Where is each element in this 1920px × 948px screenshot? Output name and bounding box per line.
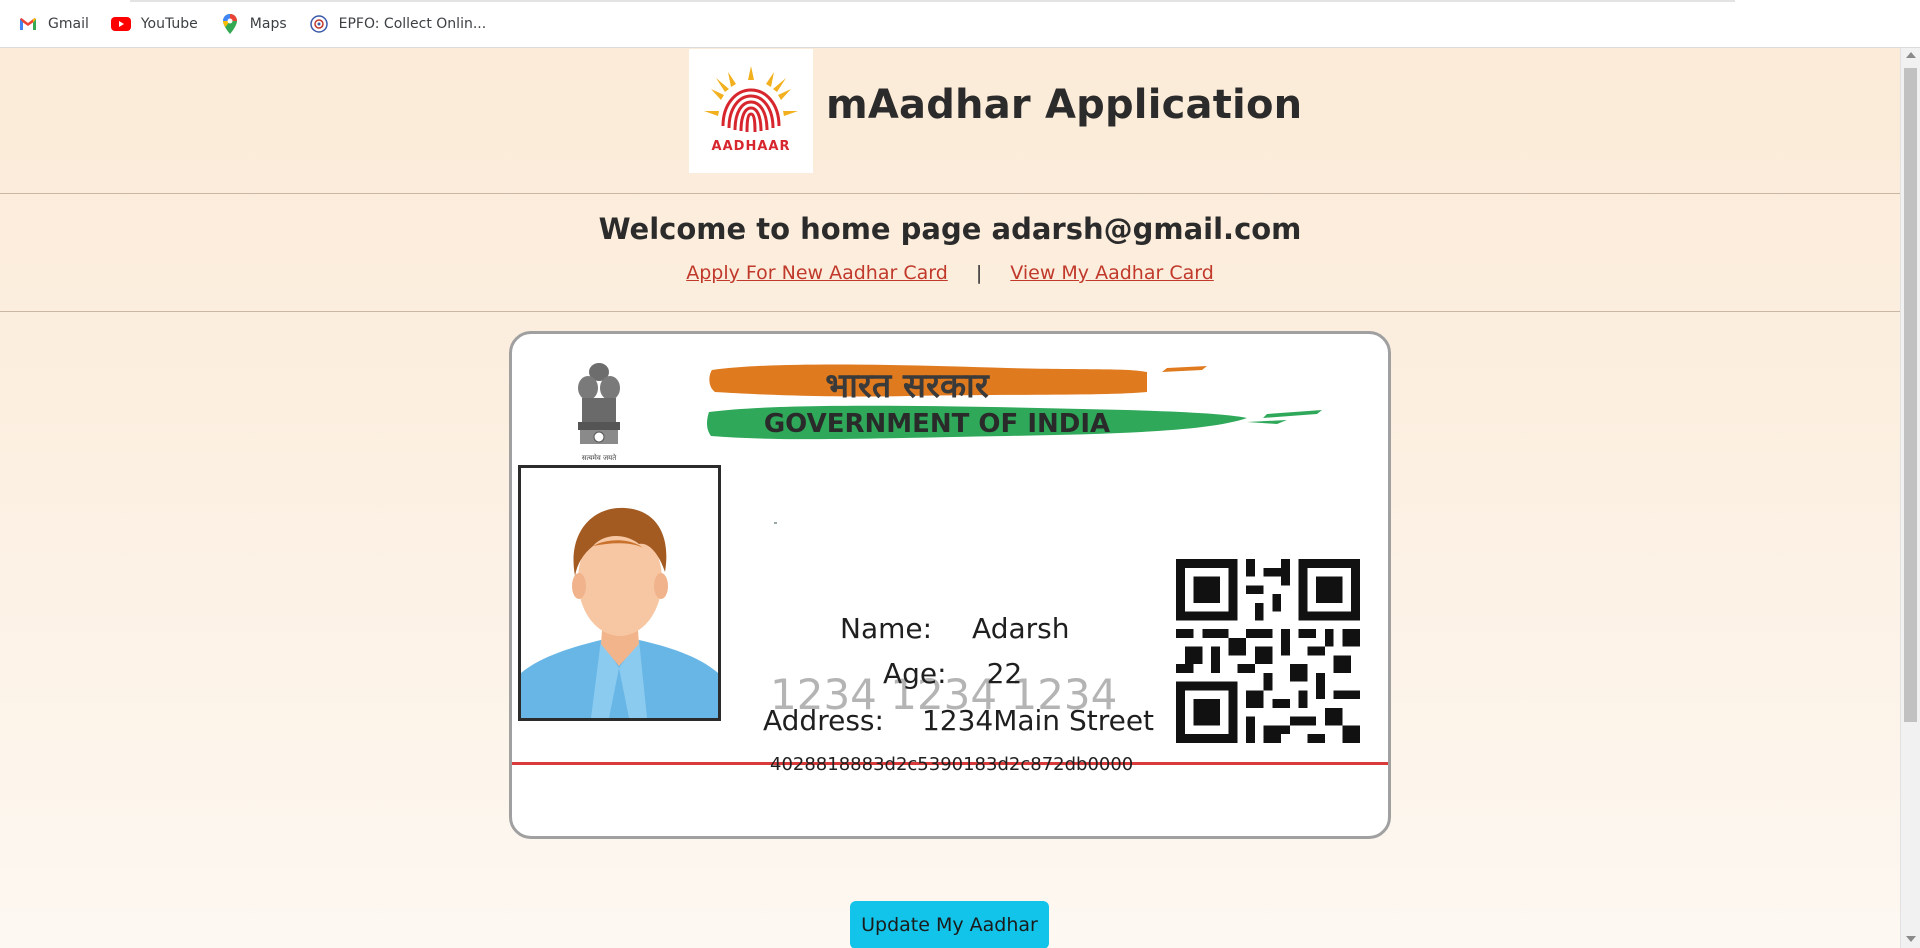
uid-code: 4028818883d2c5390183d2c872db0000 (770, 754, 1134, 775)
update-aadhar-button[interactable]: Update My Aadhar (850, 901, 1049, 948)
emblem-caption: सत्यमेव जयते (582, 453, 617, 462)
toolbar-divider (130, 0, 1735, 2)
national-emblem-icon: सत्यमेव जयते (578, 363, 620, 462)
bookmark-epfo[interactable]: EPFO: Collect Onlin... (309, 8, 497, 40)
age-field: Age: 22 (883, 657, 1022, 690)
scroll-thumb[interactable] (1904, 68, 1917, 722)
bookmark-youtube[interactable]: YouTube (110, 8, 208, 40)
welcome-heading: Welcome to home page adarsh@gmail.com (598, 212, 1302, 246)
link-separator: | (975, 262, 983, 284)
address-field: Address: 1234Main Street (763, 704, 1154, 737)
scroll-down-arrow-icon[interactable] (1906, 936, 1916, 942)
person-avatar-icon (521, 468, 718, 718)
banner-hindi: भारत सरकार (825, 366, 990, 406)
bookmark-label: Maps (249, 15, 287, 32)
bookmark-label: YouTube (140, 15, 198, 32)
epfo-icon (309, 14, 329, 34)
bookmark-gmail[interactable]: Gmail (18, 8, 99, 40)
bookmark-label: EPFO: Collect Onlin... (338, 15, 487, 32)
profile-photo (518, 465, 721, 721)
scroll-up-arrow-icon[interactable] (1906, 52, 1916, 58)
aadhaar-logo[interactable]: AADHAAR (689, 49, 813, 173)
bookmark-maps[interactable]: Maps (220, 8, 297, 40)
youtube-icon (110, 14, 131, 34)
name-field: Name: Adarsh (840, 612, 1070, 645)
address-label: Address: (763, 704, 884, 737)
gmail-icon (18, 14, 38, 34)
view-my-aadhar-link[interactable]: View My Aadhar Card (1010, 262, 1214, 284)
banner-english: GOVERNMENT OF INDIA (764, 409, 1110, 439)
logo-text: AADHAAR (712, 139, 791, 154)
age-label: Age: (883, 657, 947, 690)
page-title: mAadhar Application (826, 82, 1303, 128)
name-label: Name: (840, 612, 933, 645)
address-value: 1234Main Street (921, 704, 1155, 737)
age-value: 22 (986, 657, 1023, 690)
nav-links: Apply For New Aadhar Card | View My Aadh… (0, 262, 1900, 284)
app-header: AADHAAR mAadhar Application (0, 48, 1900, 194)
page-content: AADHAAR mAadhar Application Welcome to h… (0, 48, 1900, 948)
bookmark-label: Gmail (48, 15, 89, 32)
qr-code (1176, 559, 1360, 743)
welcome-section: Welcome to home page adarsh@gmail.com Ap… (0, 194, 1900, 312)
maps-icon (220, 13, 240, 34)
government-banner: भारत सरकार GOVERNMENT OF INDIA (707, 364, 1322, 440)
card-speck (774, 522, 777, 524)
aadhaar-logo-icon: AADHAAR (704, 66, 798, 154)
apply-new-aadhar-link[interactable]: Apply For New Aadhar Card (686, 262, 948, 284)
bookmarks-bar: Gmail YouTube Maps EPFO: Collect Onlin..… (0, 0, 1920, 48)
page-scrollbar[interactable] (1900, 48, 1920, 948)
aadhaar-card: सत्यमेव जयते भारत सरकार GOVERNMENT OF IN… (509, 331, 1391, 839)
name-value: Adarsh (972, 612, 1070, 645)
